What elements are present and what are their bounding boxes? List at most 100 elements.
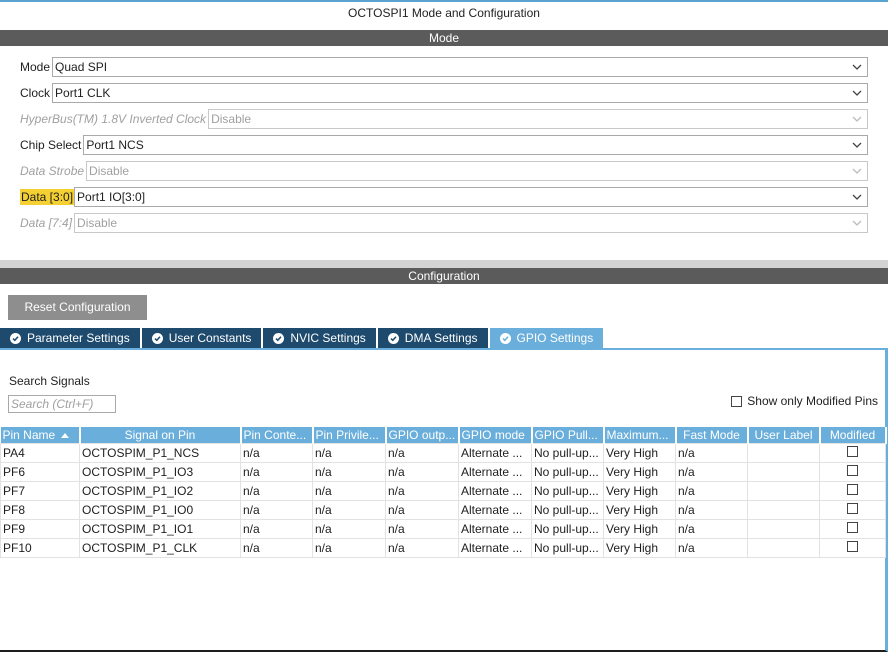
cell-gpio-pull: No pull-up... [531, 442, 604, 463]
cell-gpio-pull: No pull-up... [531, 480, 604, 501]
data-strobe-label: Data Strobe [20, 164, 85, 178]
show-modified-checkbox[interactable] [731, 395, 743, 407]
column-header-fast-mode[interactable]: Fast Mode [675, 427, 749, 443]
top-accent-rule [0, 0, 888, 2]
data-3-0-field-row: Data [3:0] Port1 IO[3:0] [20, 187, 868, 207]
data-strobe-value: Disable [89, 164, 130, 178]
chevron-down-icon [852, 142, 862, 148]
data-7-4-field-row: Data [7:4] Disable [20, 213, 868, 233]
chevron-down-icon [852, 116, 862, 122]
column-header-modified[interactable]: Modified [819, 427, 887, 443]
search-signals-label: Search Signals [9, 374, 90, 388]
column-header-pin-name[interactable]: Pin Name [0, 427, 81, 443]
clock-select-value: Port1 CLK [55, 86, 111, 100]
table-row[interactable]: PF8 OCTOSPIM_P1_IO0 n/a n/a n/a Alternat… [0, 499, 886, 520]
table-row[interactable]: PF10 OCTOSPIM_P1_CLK n/a n/a n/a Alterna… [0, 537, 886, 558]
cell-signal: OCTOSPIM_P1_IO2 [79, 480, 241, 501]
search-input[interactable] [8, 395, 116, 413]
check-circle-icon [10, 332, 21, 344]
mode-select[interactable]: Quad SPI [52, 57, 868, 77]
reset-configuration-button[interactable]: Reset Configuration [8, 295, 147, 320]
cell-gpio-mode: Alternate ... [458, 480, 532, 501]
data-3-0-label: Data [3:0] [20, 189, 75, 205]
cell-gpio-pull: No pull-up... [531, 461, 604, 482]
table-header-row: Pin Name Signal on Pin Pin Conte... Pin … [0, 427, 887, 443]
tab-gpio-settings[interactable]: GPIO Settings [489, 328, 604, 348]
column-header-user-label[interactable]: User Label [747, 427, 821, 443]
cell-fast-mode: n/a [675, 461, 748, 482]
cell-user-label[interactable] [747, 499, 820, 520]
column-header-gpio-output[interactable]: GPIO outp... [385, 427, 460, 443]
modified-checkbox[interactable] [847, 521, 858, 533]
chip-select-select[interactable]: Port1 NCS [83, 135, 868, 155]
column-header-signal-on-pin[interactable]: Signal on Pin [79, 427, 242, 443]
column-header-pin-privilege[interactable]: Pin Privile... [312, 427, 387, 443]
cell-signal: OCTOSPIM_P1_IO1 [79, 518, 241, 539]
configuration-section-header: Configuration [0, 268, 888, 284]
data-3-0-select[interactable]: Port1 IO[3:0] [74, 187, 868, 207]
data-strobe-field-row: Data Strobe Disable [20, 161, 868, 181]
cell-user-label[interactable] [747, 480, 820, 501]
chevron-down-icon [852, 90, 862, 96]
tab-dma-settings[interactable]: DMA Settings [377, 328, 488, 348]
cell-gpio-mode: Alternate ... [458, 499, 532, 520]
cell-maximum-speed: Very High [603, 518, 676, 539]
tab-nvic-settings[interactable]: NVIC Settings [263, 328, 376, 348]
hyperbus-inverted-clock-value: Disable [211, 112, 252, 126]
cell-modified [819, 461, 886, 482]
cell-modified [819, 480, 886, 501]
chevron-down-icon [852, 194, 862, 200]
cell-maximum-speed: Very High [603, 537, 676, 558]
cell-user-label[interactable] [747, 518, 820, 539]
modified-checkbox[interactable] [847, 464, 858, 476]
cell-maximum-speed: Very High [603, 480, 676, 501]
table-row[interactable]: PF6 OCTOSPIM_P1_IO3 n/a n/a n/a Alternat… [0, 461, 886, 482]
tab-user-constants[interactable]: User Constants [141, 328, 262, 348]
table-row[interactable]: PF7 OCTOSPIM_P1_IO2 n/a n/a n/a Alternat… [0, 480, 886, 501]
clock-select[interactable]: Port1 CLK [52, 83, 868, 103]
cell-pin-name: PF10 [0, 537, 80, 558]
tab-parameter-settings[interactable]: Parameter Settings [0, 328, 140, 348]
column-header-gpio-pull[interactable]: GPIO Pull... [531, 427, 605, 443]
mode-field-row: Mode Quad SPI [20, 57, 868, 77]
cell-pin-privilege: n/a [312, 518, 386, 539]
tab-label: Parameter Settings [27, 331, 130, 345]
hyperbus-inverted-clock-select: Disable [208, 109, 868, 129]
data-3-0-value: Port1 IO[3:0] [77, 190, 146, 204]
config-tabs: Parameter Settings User Constants NVIC S… [0, 328, 605, 348]
column-header-maximum-speed[interactable]: Maximum... [603, 427, 677, 443]
hyperbus-inverted-clock-field-row: HyperBus(TM) 1.8V Inverted Clock Disable [20, 109, 868, 129]
column-header-gpio-mode[interactable]: GPIO mode [458, 427, 533, 443]
cell-pin-context: n/a [240, 518, 313, 539]
show-modified-label: Show only Modified Pins [747, 394, 878, 408]
cell-gpio-output: n/a [385, 480, 459, 501]
cell-pin-name: PF6 [0, 461, 80, 482]
modified-checkbox[interactable] [847, 540, 858, 552]
table-row[interactable]: PA4 OCTOSPIM_P1_NCS n/a n/a n/a Alternat… [0, 442, 886, 463]
check-circle-icon [499, 332, 511, 344]
cell-pin-name: PA4 [0, 442, 80, 463]
show-modified-option[interactable]: Show only Modified Pins [731, 394, 878, 408]
cell-fast-mode: n/a [675, 499, 748, 520]
cell-pin-privilege: n/a [312, 537, 386, 558]
cell-modified [819, 518, 886, 539]
column-header-label: Pin Name [2, 427, 56, 442]
cell-signal: OCTOSPIM_P1_IO0 [79, 499, 241, 520]
modified-checkbox[interactable] [847, 502, 858, 514]
cell-gpio-pull: No pull-up... [531, 499, 604, 520]
modified-checkbox[interactable] [847, 483, 858, 495]
sort-ascending-icon [61, 433, 70, 439]
table-row[interactable]: PF9 OCTOSPIM_P1_IO1 n/a n/a n/a Alternat… [0, 518, 886, 539]
cell-gpio-mode: Alternate ... [458, 442, 532, 463]
cell-user-label[interactable] [747, 537, 820, 558]
cell-maximum-speed: Very High [603, 442, 676, 463]
cell-user-label[interactable] [747, 442, 820, 463]
chevron-down-icon [852, 168, 862, 174]
mode-section-header: Mode [0, 30, 888, 46]
cell-user-label[interactable] [747, 461, 820, 482]
cell-fast-mode: n/a [675, 537, 748, 558]
cell-pin-context: n/a [240, 537, 313, 558]
tab-label: User Constants [168, 331, 252, 345]
column-header-pin-context[interactable]: Pin Conte... [240, 427, 314, 443]
modified-checkbox[interactable] [847, 445, 858, 457]
